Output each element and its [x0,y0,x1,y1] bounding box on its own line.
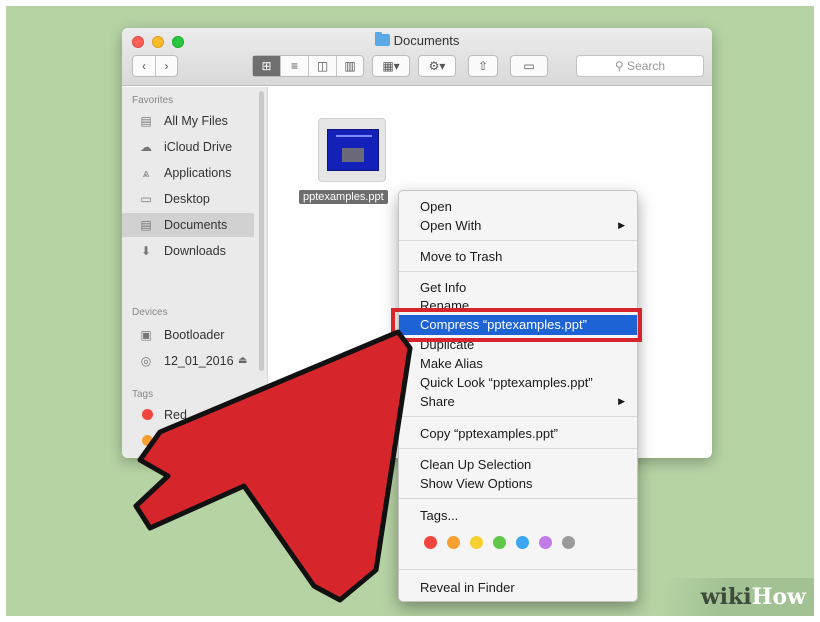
sidebar: Favorites ▤ All My Files ☁ iCloud Drive … [122,87,268,458]
file-icon-pptexamples[interactable] [318,118,386,182]
submenu-arrow-icon: ▶ [618,396,625,406]
arrange-icon: ▦▾ [382,59,400,73]
search-icon: ⚲ [614,59,624,73]
sidebar-item-icloud-drive[interactable]: ☁ iCloud Drive [122,135,254,159]
search-field[interactable]: ⚲ Search [576,55,704,77]
menu-separator [399,271,637,272]
cover-flow-button[interactable]: ▥ [336,56,363,76]
title-bar: Documents ‹ › ⊞ ≡ ◫ ▥ ▦▾ ⚙▾ ⇧ ▭ ⚲ Search [122,28,712,86]
menu-item-clean-up-selection[interactable]: Clean Up Selection [399,455,637,474]
icon-view-button[interactable]: ⊞ [253,56,280,76]
sidebar-item-label: Bootloader [164,328,225,342]
window-title: Documents [122,32,712,48]
arrange-button[interactable]: ▦▾ [372,55,410,77]
documents-icon: ▤ [140,218,152,232]
favorites-heading: Favorites [132,95,174,106]
menu-item-quick-look[interactable]: Quick Look “pptexamples.ppt” [399,373,637,392]
optical-disc-icon: ◎ [140,354,152,368]
sidebar-item-label: 12_01_2016 [164,354,234,368]
slide-image [342,148,364,162]
menu-separator [399,569,637,570]
menu-separator [399,448,637,449]
wikihow-watermark: wikiHow [664,578,814,616]
menu-item-open-with[interactable]: Open With ▶ [399,216,637,235]
menu-item-tags[interactable]: Tags... [399,506,637,525]
tag-icon: ▭ [523,59,535,73]
sidebar-item-label: Red [164,408,187,422]
sidebar-item-label: Desktop [164,192,210,206]
slide-title-bar [336,135,372,137]
menu-separator [399,240,637,241]
menu-item-make-alias[interactable]: Make Alias [399,354,637,373]
tag-color-purple[interactable] [539,536,552,549]
menu-item-show-view-options[interactable]: Show View Options [399,474,637,493]
tag-color-orange[interactable] [447,536,460,549]
menu-separator [399,498,637,499]
sidebar-item-tag-red[interactable]: Red [122,403,254,427]
sidebar-item-label: Downloads [164,244,226,258]
downloads-icon: ⬇ [140,244,152,258]
edit-tags-button[interactable]: ▭ [510,55,548,77]
share-icon: ⇧ [477,59,489,73]
list-view-button[interactable]: ≡ [280,56,308,76]
tag-color-gray[interactable] [562,536,575,549]
menu-item-move-to-trash[interactable]: Move to Trash [399,247,637,266]
sidebar-item-label: Applications [164,166,232,180]
sidebar-item-downloads[interactable]: ⬇ Downloads [122,239,254,263]
action-button[interactable]: ⚙▾ [418,55,456,77]
context-menu: Open Open With ▶ Move to Trash Get Info … [398,190,638,602]
sidebar-item-tag-orange[interactable]: Orange [122,429,254,453]
applications-icon: ⩓ [142,166,150,180]
devices-heading: Devices [132,307,168,318]
menu-item-open[interactable]: Open [399,197,637,216]
share-button[interactable]: ⇧ [468,55,498,77]
submenu-arrow-icon: ▶ [618,220,625,230]
gear-icon: ⚙▾ [428,59,446,73]
tags-heading: Tags [132,389,154,400]
tag-color-blue[interactable] [516,536,529,549]
highlight-box [391,308,642,342]
sidebar-item-all-my-files[interactable]: ▤ All My Files [122,109,254,133]
sidebar-scrollbar[interactable] [259,91,264,371]
column-view-button[interactable]: ◫ [308,56,336,76]
tag-color-dot [142,409,153,420]
forward-button[interactable]: › [155,56,177,76]
presentation-thumbnail-icon [327,129,379,171]
back-forward-buttons: ‹ › [132,55,178,77]
search-placeholder: Search [627,59,666,73]
sidebar-item-desktop[interactable]: ▭ Desktop [122,187,254,211]
menu-item-reveal-in-finder[interactable]: Reveal in Finder [399,578,637,597]
menu-item-label: Share [420,394,455,409]
all-files-icon: ▤ [140,114,152,128]
sidebar-item-disc[interactable]: ◎ 12_01_2016 ⏏ [122,349,254,373]
sidebar-item-label: Orange [164,434,206,448]
menu-item-label: Open With [420,218,482,233]
folder-icon [374,32,390,46]
cloud-icon: ☁ [140,140,152,154]
tag-color-red[interactable] [424,536,437,549]
sidebar-item-label: Documents [164,218,228,232]
desktop-icon: ▭ [140,192,152,206]
menu-separator [399,416,637,417]
window-title-text: Documents [393,33,460,48]
view-mode-control: ⊞ ≡ ◫ ▥ [252,55,364,77]
menu-item-get-info[interactable]: Get Info [399,278,637,297]
sidebar-item-documents[interactable]: ▤ Documents [122,213,254,237]
file-name-label[interactable]: pptexamples.ppt [299,190,388,204]
tag-color-dot [142,435,153,446]
eject-icon[interactable]: ⏏ [238,349,247,373]
tag-color-green[interactable] [493,536,506,549]
menu-item-copy[interactable]: Copy “pptexamples.ppt” [399,424,637,443]
sidebar-item-label: iCloud Drive [164,140,233,154]
sidebar-item-applications[interactable]: ⩓ Applications [122,161,254,185]
tag-color-yellow[interactable] [470,536,483,549]
disk-icon: ▣ [140,328,152,342]
sidebar-item-bootloader[interactable]: ▣ Bootloader [122,323,254,347]
sidebar-item-label: All My Files [164,114,228,128]
back-button[interactable]: ‹ [133,56,155,76]
menu-item-share[interactable]: Share ▶ [399,392,637,411]
